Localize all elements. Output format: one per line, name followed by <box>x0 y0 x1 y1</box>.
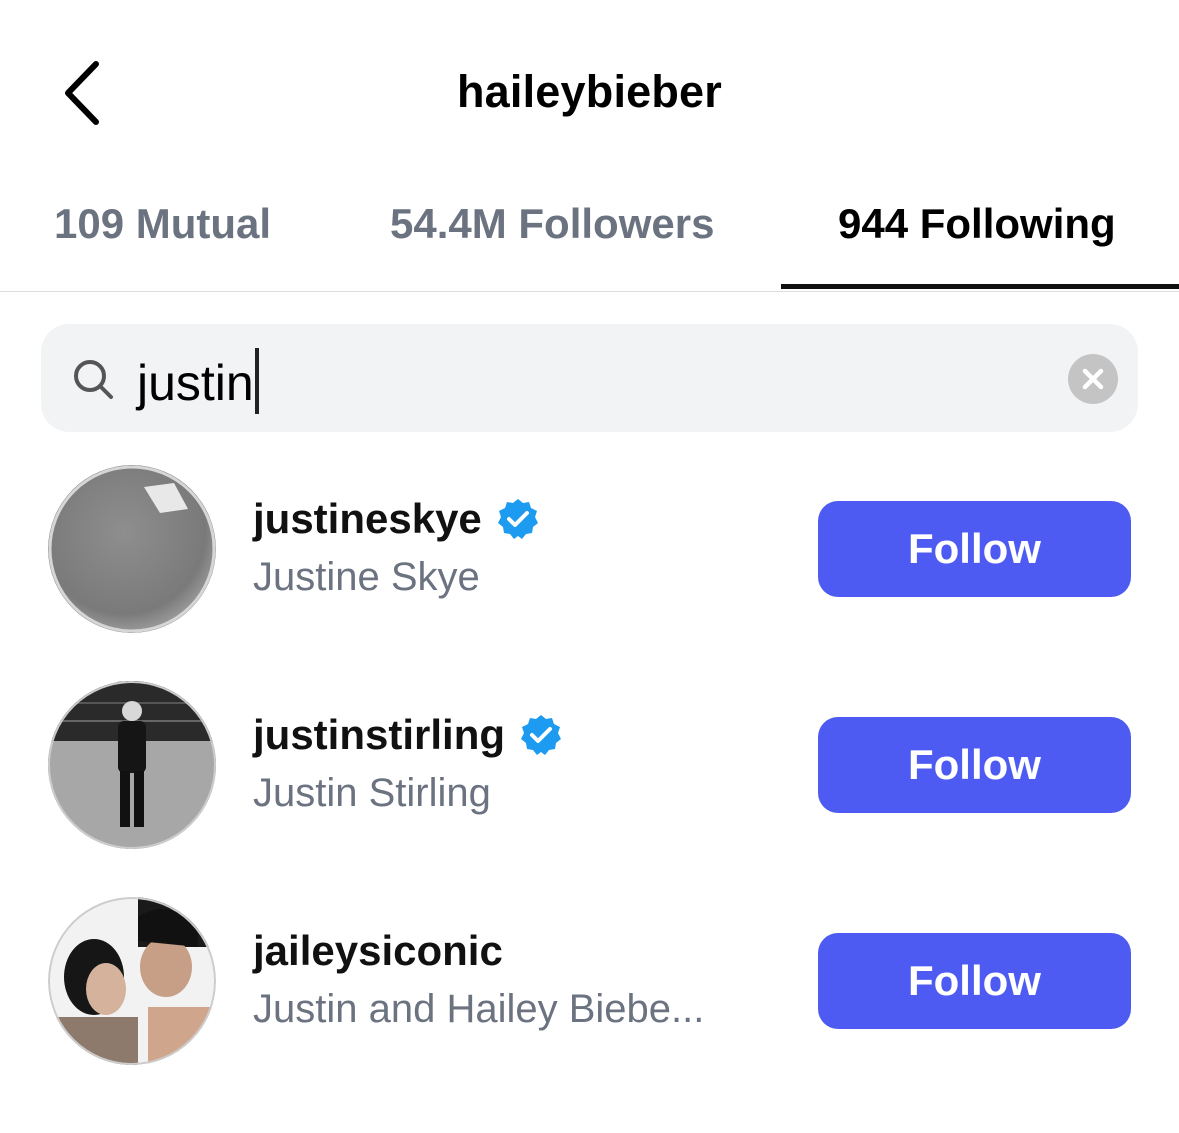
avatar[interactable] <box>48 897 216 1065</box>
username[interactable]: justineskye <box>253 495 482 542</box>
full-name: Justin and Hailey Biebe... <box>253 987 705 1031</box>
tab-following[interactable]: 944 Following <box>838 200 1116 248</box>
list-item[interactable]: justineskye Justine Skye Follow <box>0 465 1179 645</box>
username[interactable]: justinstirling <box>253 711 505 758</box>
follow-button[interactable]: Follow <box>818 501 1131 597</box>
follow-button[interactable]: Follow <box>818 933 1131 1029</box>
tab-mutual[interactable]: 109 Mutual <box>54 200 271 248</box>
search-input[interactable]: justin <box>137 348 259 414</box>
list-item[interactable]: justinstirling Justin Stirling Follow <box>0 681 1179 861</box>
tab-bar: 109 Mutual 54.4M Followers 944 Following <box>0 180 1179 292</box>
text-cursor <box>254 348 259 414</box>
full-name: Justin Stirling <box>253 771 491 815</box>
verified-badge-icon <box>498 499 539 539</box>
clear-icon <box>1082 368 1104 390</box>
header-bar: haileybieber <box>0 0 1179 180</box>
avatar[interactable] <box>48 465 216 633</box>
search-bar[interactable]: justin <box>41 324 1138 432</box>
list-item[interactable]: jaileysiconic Justin and Hailey Biebe...… <box>0 897 1179 1077</box>
active-tab-indicator <box>781 284 1179 289</box>
page-title: haileybieber <box>456 66 723 117</box>
search-icon <box>74 360 113 399</box>
username[interactable]: jaileysiconic <box>253 927 503 974</box>
follow-button[interactable]: Follow <box>818 717 1131 813</box>
search-input-text: justin <box>137 355 254 411</box>
verified-badge-icon <box>521 715 562 755</box>
clear-search-button[interactable] <box>1068 354 1118 404</box>
avatar[interactable] <box>48 681 216 849</box>
full-name: Justine Skye <box>253 555 480 599</box>
tab-followers[interactable]: 54.4M Followers <box>390 200 714 248</box>
